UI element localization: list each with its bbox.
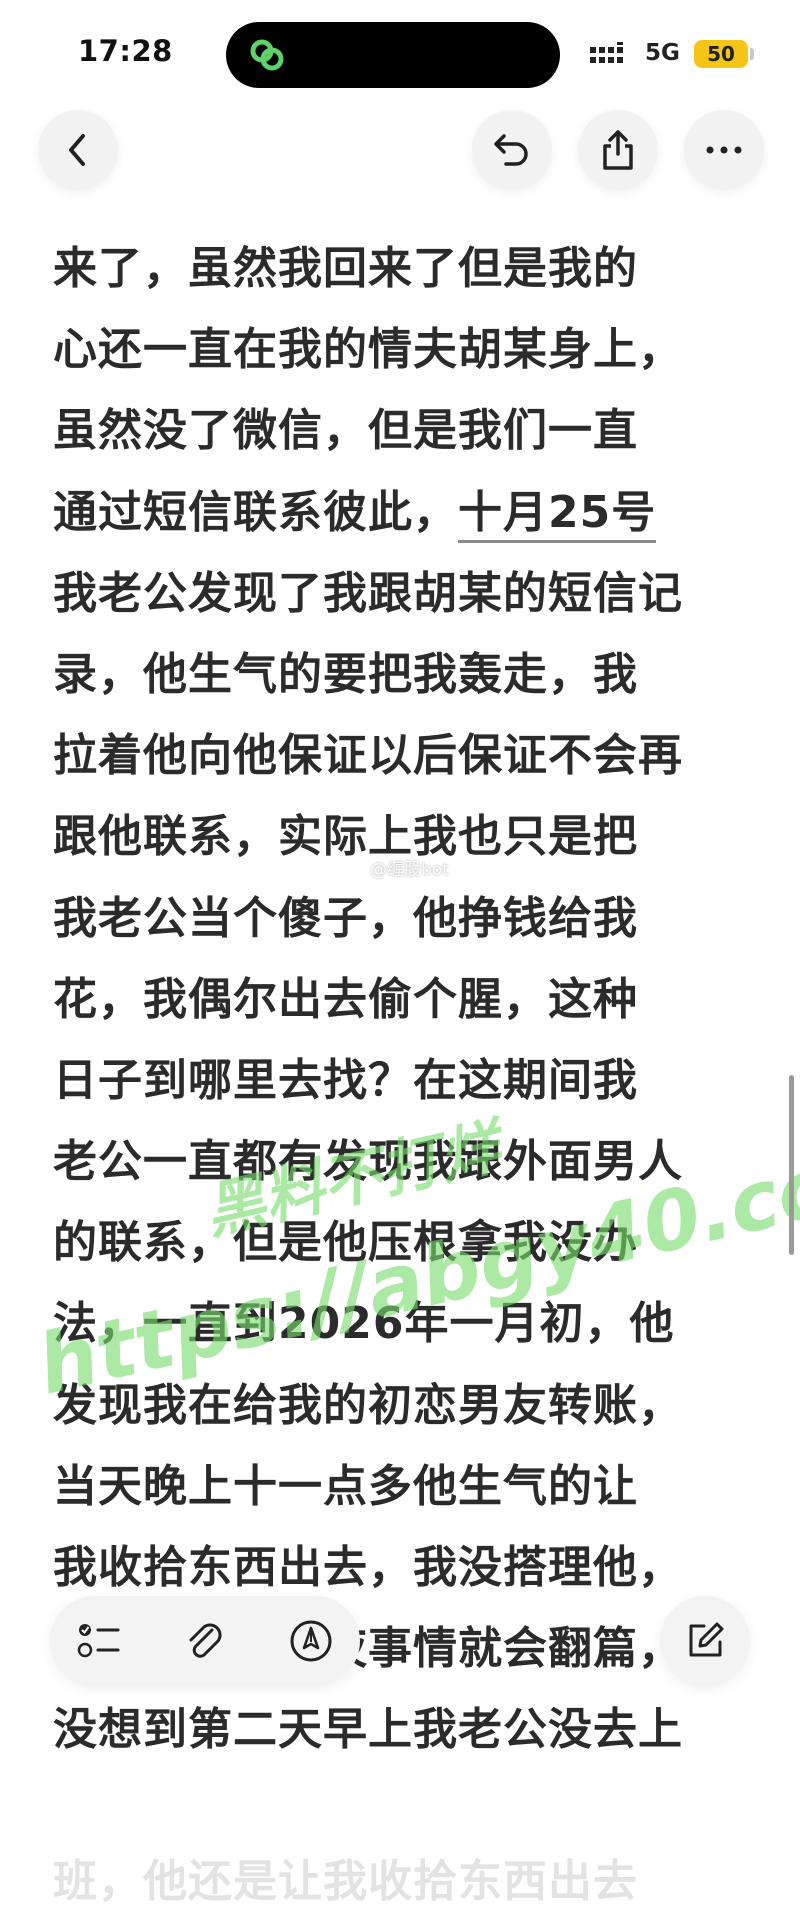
note-line: 通过短信联系彼此，十月25号: [53, 472, 773, 553]
note-line: 拉着他向他保证以后保证不会再: [53, 730, 683, 782]
note-line-faded: 班，他还是让我收拾东西出去: [53, 1855, 638, 1907]
note-line: 虽然没了微信，但是我们一直: [53, 405, 638, 457]
weibo-watermark: @缠股bot: [370, 860, 449, 880]
bottom-toolbar: [50, 1596, 360, 1686]
note-line: 心还一直在我的情夫胡某身上，: [53, 324, 683, 376]
note-line: 花，我偶尔出去偷个腥，这种: [53, 973, 638, 1025]
note-line-text: 通过短信联系彼此，: [53, 486, 458, 538]
note-line: 来了，虽然我回来了但是我的: [53, 243, 638, 294]
more-button[interactable]: [684, 110, 764, 190]
checklist-icon[interactable]: [76, 1618, 122, 1664]
markup-pen-icon[interactable]: [288, 1618, 334, 1664]
compose-icon: [689, 1622, 724, 1657]
share-icon: [603, 130, 633, 170]
note-line: 我老公发现了我跟胡某的短信记: [53, 567, 683, 619]
cellular-signal-icon: [590, 42, 623, 63]
network-type: 5G: [645, 40, 680, 66]
chevron-left-icon: [69, 134, 85, 166]
more-icon: [706, 146, 742, 154]
dynamic-island: [226, 22, 560, 88]
undo-button[interactable]: [472, 110, 552, 190]
note-line: 录，他生气的要把我轰走，我: [53, 648, 638, 700]
compose-button[interactable]: [660, 1596, 750, 1686]
note-line: 当天晚上十一点多他生气的让: [53, 1460, 638, 1512]
paperclip-icon[interactable]: [182, 1618, 228, 1664]
link-icon: [250, 39, 284, 71]
battery-cap: [750, 48, 754, 60]
status-time: 17:28: [78, 34, 173, 68]
highlighted-date: 十月25号: [458, 486, 657, 543]
back-button[interactable]: [38, 110, 118, 190]
note-line: 我老公当个傻子，他挣钱给我: [53, 892, 638, 944]
undo-icon: [494, 134, 528, 166]
note-line: 没想到第二天早上我老公没去上: [53, 1704, 683, 1756]
note-line: 日子到哪里去找？在这期间我: [53, 1054, 638, 1106]
share-button[interactable]: [578, 110, 658, 190]
battery-level: 50: [707, 42, 735, 66]
scrollbar-thumb[interactable]: [789, 1075, 794, 1255]
battery-indicator: 50: [694, 40, 748, 68]
